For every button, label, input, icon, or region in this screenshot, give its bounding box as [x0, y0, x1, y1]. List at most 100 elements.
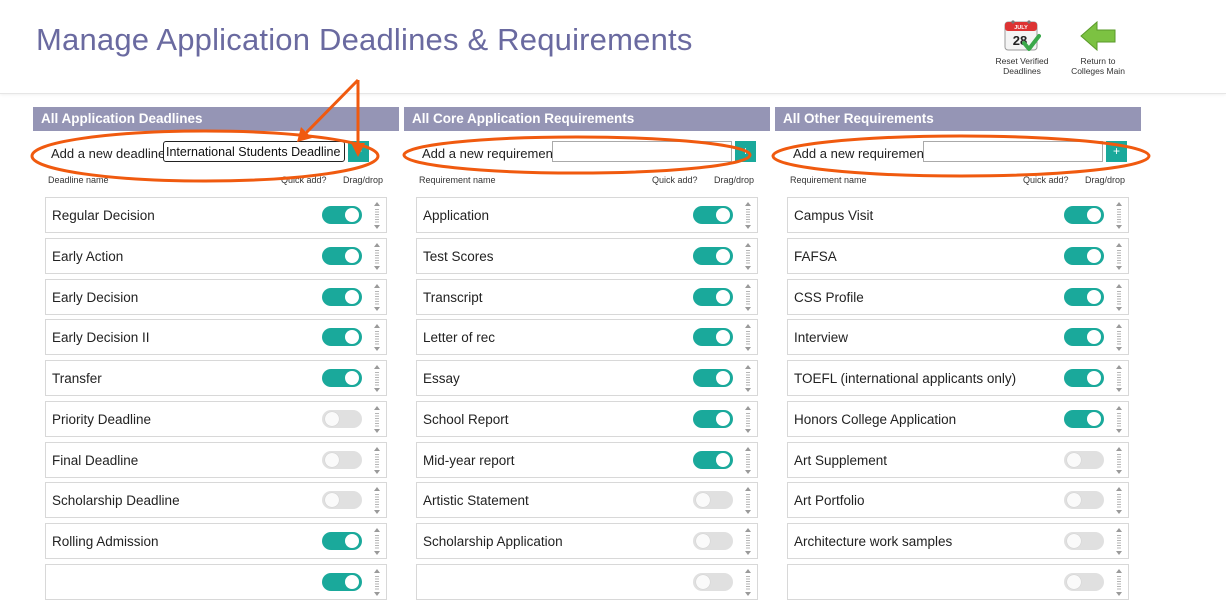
quick-add-toggle[interactable] [1064, 328, 1104, 347]
drag-handle-icon[interactable] [373, 324, 381, 352]
quick-add-toggle[interactable] [1064, 450, 1104, 469]
drag-handle-icon[interactable] [744, 365, 752, 392]
quick-add-toggle[interactable] [1064, 409, 1104, 428]
list-item [787, 563, 1129, 600]
drag-handle-icon[interactable] [744, 487, 752, 515]
drag-handle-icon[interactable] [373, 242, 381, 270]
quick-add-toggle[interactable] [322, 532, 362, 550]
item-label: Letter of rec [423, 330, 496, 346]
page-header: Manage Application Deadlines & Requireme… [0, 0, 1226, 94]
quick-add-toggle[interactable] [693, 491, 733, 510]
return-to-colleges-main-button[interactable]: Return to Colleges Main [1063, 18, 1133, 76]
quick-add-toggle[interactable] [322, 369, 362, 387]
item-label: Rolling Admission [52, 534, 159, 549]
quick-add-toggle[interactable] [693, 369, 733, 387]
quick-add-toggle[interactable] [322, 287, 362, 306]
item-label: Essay [423, 371, 460, 386]
quick-add-toggle[interactable] [693, 246, 733, 265]
list-item: Regular Decision [45, 197, 387, 233]
item-label: CSS Profile [794, 289, 864, 305]
item-label: TOEFL (international applicants only) [794, 371, 1017, 386]
toggle-knob [325, 452, 339, 467]
toggle-knob [696, 574, 710, 589]
add-core-requirement-button[interactable]: + [735, 141, 756, 162]
calendar-month-text: JULY [1014, 25, 1028, 31]
drag-handle-icon[interactable] [1115, 487, 1123, 515]
drag-handle-icon[interactable] [1115, 324, 1123, 352]
list-item [416, 563, 758, 600]
drag-handle-icon[interactable] [744, 405, 752, 433]
quick-add-toggle[interactable] [693, 409, 733, 428]
reset-label-line1: Reset Verified [995, 56, 1049, 66]
quick-add-toggle[interactable] [322, 206, 362, 224]
toggle-knob [325, 493, 339, 508]
drag-handle-icon[interactable] [744, 324, 752, 352]
drag-handle-icon[interactable] [373, 568, 381, 596]
item-label: Early Decision [52, 289, 139, 305]
list-item: Artistic Statement [416, 482, 758, 519]
list-item: Interview [787, 319, 1129, 356]
drag-handle-icon[interactable] [744, 568, 752, 596]
add-requirement-label: Add a new requirement [422, 146, 557, 161]
quick-add-toggle[interactable] [693, 206, 733, 224]
item-label: Art Portfolio [794, 493, 865, 509]
drag-handle-icon[interactable] [1115, 283, 1123, 311]
quick-add-toggle[interactable] [1064, 532, 1104, 550]
quick-add-toggle[interactable] [693, 328, 733, 347]
quick-add-toggle[interactable] [322, 491, 362, 510]
drag-handle-icon[interactable] [373, 405, 381, 433]
list-item: Essay [416, 360, 758, 396]
calendar-check-icon: JULY 28 [1004, 20, 1041, 51]
quick-add-toggle[interactable] [693, 450, 733, 469]
add-deadline-button[interactable]: + [348, 141, 369, 162]
toggle-knob [1067, 452, 1081, 467]
quick-add-toggle[interactable] [693, 572, 733, 591]
quick-add-toggle[interactable] [693, 532, 733, 550]
drag-handle-icon[interactable] [1115, 242, 1123, 270]
drag-handle-icon[interactable] [744, 528, 752, 555]
drag-handle-icon[interactable] [373, 283, 381, 311]
drag-handle-icon[interactable] [1115, 365, 1123, 392]
list-item: Priority Deadline [45, 400, 387, 437]
quick-add-toggle[interactable] [322, 450, 362, 469]
drag-handle-icon[interactable] [1115, 202, 1123, 229]
drag-handle-icon[interactable] [373, 202, 381, 229]
return-label-line1: Return to [1080, 56, 1116, 66]
list-item: Transfer [45, 360, 387, 396]
drag-handle-icon[interactable] [744, 446, 752, 474]
drag-handle-icon[interactable] [1115, 405, 1123, 433]
list-item: Early Decision II [45, 319, 387, 356]
add-deadline-input[interactable] [163, 141, 345, 162]
add-other-requirement-button[interactable]: + [1106, 141, 1127, 162]
drag-handle-icon[interactable] [373, 365, 381, 392]
drag-handle-icon[interactable] [1115, 568, 1123, 596]
quick-add-toggle[interactable] [1064, 287, 1104, 306]
drag-handle-icon[interactable] [1115, 528, 1123, 555]
quick-add-toggle[interactable] [1064, 572, 1104, 591]
quick-add-toggle[interactable] [322, 328, 362, 347]
quick-add-toggle[interactable] [322, 409, 362, 428]
drag-handle-icon[interactable] [373, 446, 381, 474]
reset-verified-deadlines-button[interactable]: JULY 28 Reset Verified Deadlines [987, 18, 1057, 76]
drag-handle-icon[interactable] [373, 487, 381, 515]
quick-add-toggle[interactable] [322, 572, 362, 591]
item-label: Early Decision II [52, 330, 150, 346]
quick-add-toggle[interactable] [1064, 206, 1104, 224]
quick-add-heading: Quick add? [652, 175, 698, 185]
drag-handle-icon[interactable] [1115, 446, 1123, 474]
quick-add-toggle[interactable] [693, 287, 733, 306]
drag-handle-icon[interactable] [373, 528, 381, 555]
toggle-knob [345, 289, 359, 304]
quick-add-toggle[interactable] [1064, 246, 1104, 265]
add-core-requirement-input[interactable] [552, 141, 732, 162]
toggle-knob [1087, 208, 1101, 222]
drag-handle-icon[interactable] [744, 242, 752, 270]
toggle-knob [345, 534, 359, 548]
quick-add-toggle[interactable] [322, 246, 362, 265]
drag-handle-icon[interactable] [744, 202, 752, 229]
toggle-knob [1067, 534, 1081, 548]
drag-handle-icon[interactable] [744, 283, 752, 311]
quick-add-toggle[interactable] [1064, 369, 1104, 387]
quick-add-toggle[interactable] [1064, 491, 1104, 510]
add-other-requirement-input[interactable] [923, 141, 1103, 162]
